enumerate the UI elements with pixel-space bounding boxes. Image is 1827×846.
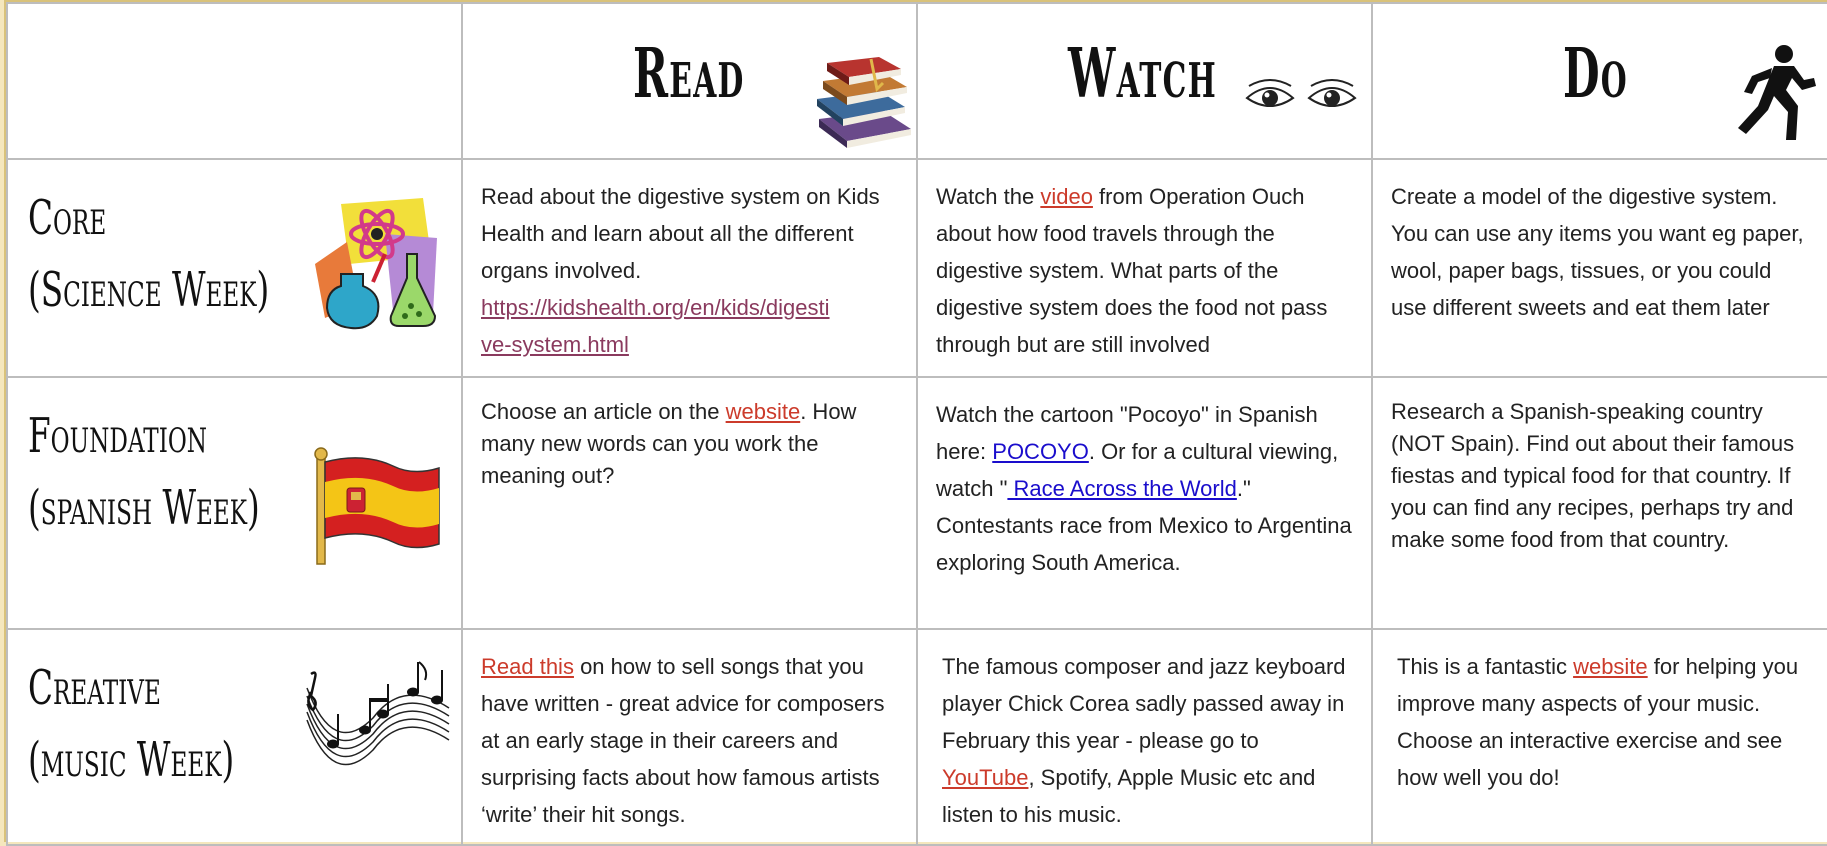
music-website-link[interactable]: website xyxy=(1573,654,1648,679)
foundation-do: Research a Spanish-speaking country (NOT… xyxy=(1391,399,1795,552)
creative-watch-cell: The famous composer and jazz keyboard pl… xyxy=(916,628,1373,846)
foundation-label: Foundation (spanish Week) xyxy=(28,400,260,544)
read-this-link[interactable]: Read this xyxy=(481,654,574,679)
core-read: Read about the digestive system on Kids … xyxy=(464,161,915,363)
youtube-link[interactable]: YouTube xyxy=(942,765,1028,790)
foundation-read: Choose an article on the website. How ma… xyxy=(464,379,915,492)
music-notes-icon xyxy=(306,661,450,766)
pocoyo-link[interactable]: POCOYO xyxy=(992,439,1089,464)
science-flask-atom-icon xyxy=(315,198,437,330)
spain-flag-icon xyxy=(314,447,440,565)
header-do: Do xyxy=(1563,34,1628,114)
creative-do: This is a fantastic website for helping … xyxy=(1374,631,1827,796)
core-read-text: Read about the digestive system on Kids … xyxy=(481,184,880,283)
header-row: Read Watch Do xyxy=(6,2,1827,160)
core-label-line1: Core xyxy=(28,190,107,246)
creative-read: Read this on how to sell songs that you … xyxy=(464,631,915,833)
foundation-read-cell: Choose an article on the website. How ma… xyxy=(461,376,918,630)
row-label-foundation: Foundation (spanish Week) xyxy=(6,376,463,630)
creative-label: Creative (music Week) xyxy=(28,652,234,796)
creative-label-line1: Creative xyxy=(28,660,161,716)
core-watch: Watch the video from Operation Ouch abou… xyxy=(919,161,1370,363)
core-read-cell: Read about the digestive system on Kids … xyxy=(461,158,918,378)
creative-do-cell: This is a fantastic website for helping … xyxy=(1371,628,1827,846)
corner-cell xyxy=(6,2,463,160)
running-person-icon xyxy=(1738,45,1816,140)
foundation-website-link[interactable]: website xyxy=(726,399,801,424)
row-label-core: Core (Science Week) xyxy=(6,158,463,378)
core-watch-post: from Operation Ouch about how food trave… xyxy=(936,184,1328,357)
choice-board: Read Watch Do Core (Science Week) Read a… xyxy=(4,0,1827,846)
creative-read-post: on how to sell songs that you have writt… xyxy=(481,654,885,827)
core-label-line2: (Science Week) xyxy=(28,262,270,318)
header-read-cell: Read xyxy=(461,2,918,160)
core-do-cell: Create a model of the digestive system. … xyxy=(1371,158,1827,378)
core-watch-pre: Watch the xyxy=(936,184,1041,209)
race-across-the-world-link[interactable]: Race Across the World xyxy=(1007,476,1237,501)
activity-grid: Read Watch Do Core (Science Week) Read a… xyxy=(6,2,1827,846)
creative-do-pre: This is a fantastic xyxy=(1397,654,1574,679)
core-label: Core (Science Week) xyxy=(28,182,269,326)
foundation-watch: Watch the cartoon "Pocoyo" in Spanish he… xyxy=(919,379,1370,581)
foundation-watch-cell: Watch the cartoon "Pocoyo" in Spanish he… xyxy=(916,376,1373,630)
creative-label-line2: (music Week) xyxy=(28,732,235,788)
books-icon xyxy=(817,57,911,148)
row-creative: Creative (music Week) Read this on how t… xyxy=(6,628,1827,846)
row-foundation: Foundation (spanish Week) Choose an arti… xyxy=(6,376,1827,630)
kidshealth-link-line2: ve-system.html xyxy=(481,332,629,357)
eyes-icon xyxy=(1245,79,1357,107)
header-read: Read xyxy=(633,34,745,114)
foundation-read-pre: Choose an article on the xyxy=(481,399,726,424)
core-do: Create a model of the digestive system. … xyxy=(1391,184,1804,320)
header-do-cell: Do xyxy=(1371,2,1827,160)
foundation-label-line1: Foundation xyxy=(28,408,208,464)
foundation-do-cell: Research a Spanish-speaking country (NOT… xyxy=(1371,376,1827,630)
kidshealth-link-line1: https://kidshealth.org/en/kids/digesti xyxy=(481,295,830,320)
creative-watch-pre: The famous composer and jazz keyboard pl… xyxy=(942,654,1346,753)
foundation-label-line2: (spanish Week) xyxy=(28,480,260,536)
creative-watch: The famous composer and jazz keyboard pl… xyxy=(919,631,1370,833)
row-core: Core (Science Week) Read about the diges… xyxy=(6,158,1827,378)
row-label-creative: Creative (music Week) xyxy=(6,628,463,846)
header-watch: Watch xyxy=(1068,34,1217,114)
operation-ouch-video-link[interactable]: video xyxy=(1040,184,1093,209)
kidshealth-link[interactable]: https://kidshealth.org/en/kids/digesti ve… xyxy=(481,295,830,357)
header-watch-cell: Watch xyxy=(916,2,1373,160)
creative-read-cell: Read this on how to sell songs that you … xyxy=(461,628,918,846)
core-watch-cell: Watch the video from Operation Ouch abou… xyxy=(916,158,1373,378)
